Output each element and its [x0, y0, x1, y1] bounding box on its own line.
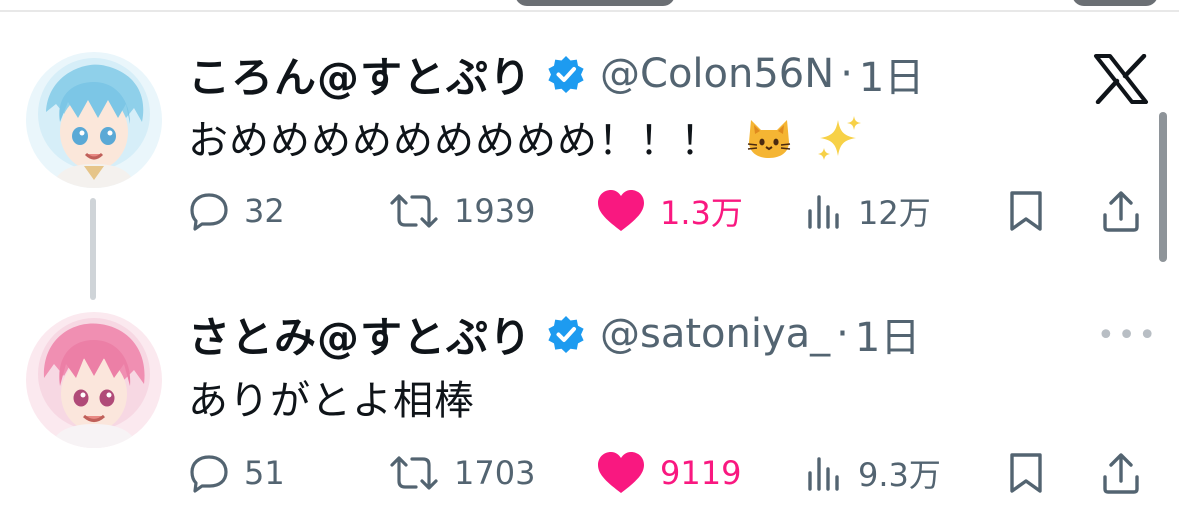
x-logo-icon[interactable]	[1093, 54, 1149, 104]
top-control-right[interactable]	[1072, 0, 1158, 6]
tweet-actions: 51 1703 9119 9.3万	[188, 448, 1148, 498]
views-icon	[808, 195, 839, 229]
tweet-text-body: おめめめめめめめめめ！！！	[188, 118, 721, 164]
tweet-header: さとみ@すとぷり @satoniya_ · 1日	[188, 306, 920, 362]
reply-button[interactable]: 51	[188, 448, 285, 498]
retweet-button[interactable]: 1939	[388, 186, 535, 236]
views-icon	[808, 457, 839, 491]
like-heart-icon	[598, 190, 644, 231]
retweet-icon	[390, 194, 438, 228]
timestamp[interactable]: 1日	[855, 305, 920, 363]
scrollbar[interactable]	[1159, 112, 1167, 262]
thread-connector-line	[90, 198, 96, 300]
separator-dot: ·	[840, 51, 853, 97]
timestamp[interactable]: 1日	[859, 45, 924, 103]
bookmark-button[interactable]	[1006, 448, 1046, 498]
display-name[interactable]: ころん@すとぷり	[188, 44, 532, 105]
verified-badge-icon	[548, 56, 584, 93]
reply-icon	[190, 193, 228, 231]
reply-button[interactable]: 32	[188, 186, 285, 236]
display-name[interactable]: さとみ@すとぷり	[188, 304, 532, 365]
separator-dot: ·	[836, 311, 849, 357]
share-button[interactable]	[1100, 448, 1142, 498]
like-heart-icon	[598, 452, 644, 493]
views-count: 12万	[858, 194, 931, 232]
share-icon	[1103, 191, 1139, 232]
views-button[interactable]: 9.3万	[804, 448, 941, 498]
bookmark-icon	[1010, 191, 1042, 231]
like-button[interactable]: 1.3万	[596, 186, 743, 236]
verified-badge-icon	[548, 316, 584, 353]
more-options-button[interactable]: •••	[1097, 318, 1159, 353]
avatar-satomi[interactable]	[26, 312, 162, 448]
tweet-text: ありがとよ相棒	[188, 368, 475, 424]
reply-count: 51	[244, 454, 285, 492]
like-count: 1.3万	[660, 194, 743, 232]
top-divider	[0, 10, 1179, 12]
sparkles-emoji	[818, 116, 862, 160]
retweet-button[interactable]: 1703	[388, 448, 535, 498]
share-button[interactable]	[1100, 186, 1142, 236]
views-count: 9.3万	[858, 456, 941, 494]
tweet-header: ころん@すとぷり @Colon56N · 1日	[188, 46, 924, 102]
like-button[interactable]: 9119	[596, 448, 741, 498]
bookmark-icon	[1010, 453, 1042, 493]
avatar-colon[interactable]	[26, 52, 162, 188]
handle[interactable]: @Colon56N	[600, 51, 834, 97]
retweet-icon	[390, 456, 438, 490]
tweet-actions: 32 1939 1.3万 12万	[188, 186, 1148, 236]
handle[interactable]: @satoniya_	[600, 311, 830, 357]
reply-icon	[190, 455, 228, 493]
tweet-text: おめめめめめめめめめ！！！	[188, 108, 862, 164]
retweet-count: 1939	[454, 192, 536, 230]
cat-face-emoji	[747, 120, 790, 158]
like-count: 9119	[660, 454, 742, 492]
bookmark-button[interactable]	[1006, 186, 1046, 236]
retweet-count: 1703	[454, 454, 536, 492]
top-control-left[interactable]	[515, 0, 675, 6]
reply-count: 32	[244, 192, 285, 230]
tweet-text-body: ありがとよ相棒	[188, 378, 475, 424]
share-icon	[1103, 453, 1139, 494]
views-button[interactable]: 12万	[804, 186, 931, 236]
